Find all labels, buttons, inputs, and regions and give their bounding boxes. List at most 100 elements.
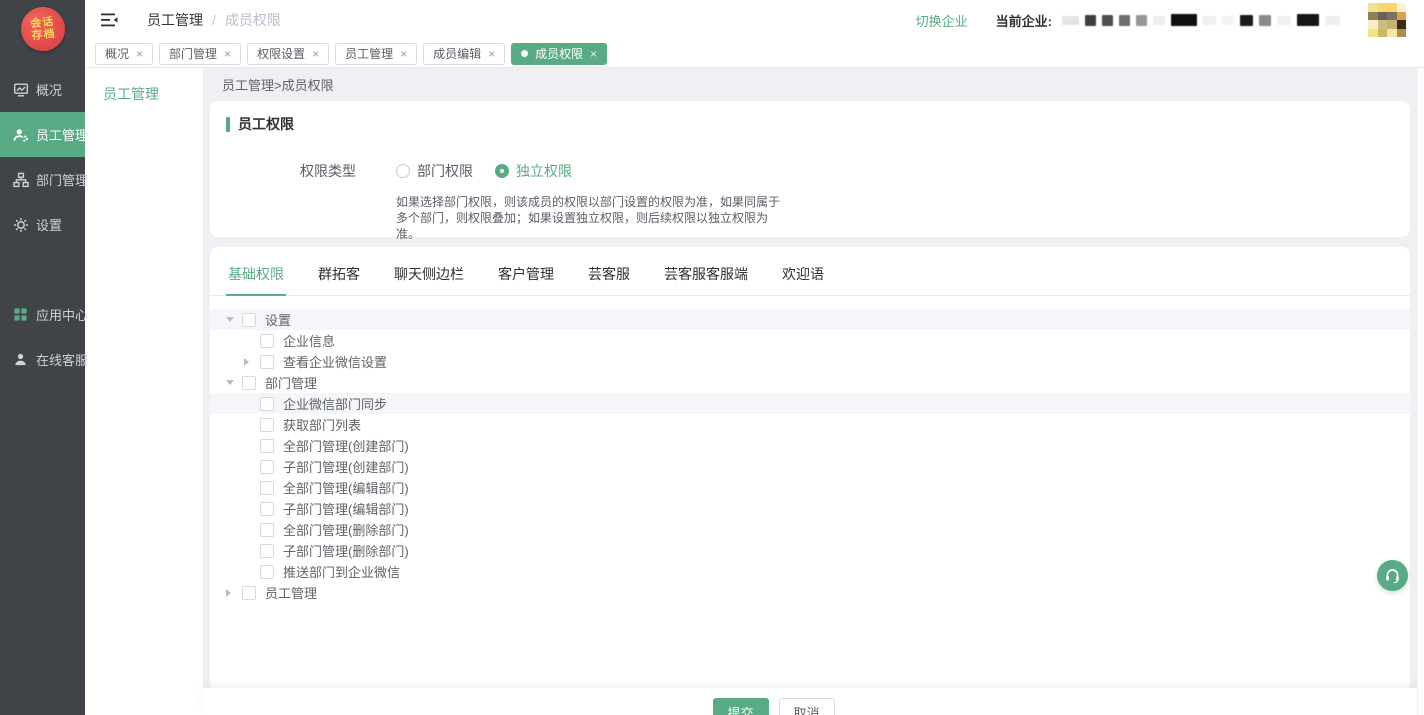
checkbox[interactable] bbox=[260, 460, 274, 474]
tree-label: 子部门管理(创建部门) bbox=[283, 457, 409, 476]
checkbox[interactable] bbox=[260, 397, 274, 411]
radio-department-permission[interactable]: 部门权限 bbox=[396, 161, 473, 181]
tree-row-settings[interactable]: 设置 bbox=[210, 309, 1410, 330]
tree-label: 获取部门列表 bbox=[283, 415, 361, 434]
tab-welcome-message[interactable]: 欢迎语 bbox=[780, 257, 826, 296]
secondary-sidebar-item-staff-management[interactable]: 员工管理 bbox=[85, 68, 203, 104]
checkbox[interactable] bbox=[260, 418, 274, 432]
tree-row-all-dept-create[interactable]: 全部门管理(创建部门) bbox=[210, 435, 1410, 456]
tab-label: 部门管理 bbox=[169, 45, 217, 62]
close-icon[interactable]: × bbox=[136, 48, 143, 60]
close-icon[interactable]: × bbox=[312, 48, 319, 60]
page-tab-department-management[interactable]: 部门管理 × bbox=[159, 43, 241, 65]
close-icon[interactable]: × bbox=[224, 48, 231, 60]
breadcrumb-root[interactable]: 员工管理 bbox=[147, 10, 203, 30]
checkbox[interactable] bbox=[260, 481, 274, 495]
sidebar-item-label: 在线客服 bbox=[36, 350, 88, 369]
permission-tree: 设置 企业信息 查看企业微信设置 部门管理 bbox=[226, 309, 1394, 603]
tree-row-sub-dept-create[interactable]: 子部门管理(创建部门) bbox=[210, 456, 1410, 477]
tree-row-wecom-department-sync[interactable]: 企业微信部门同步 bbox=[210, 393, 1410, 414]
page-tab-member-edit[interactable]: 成员编辑 × bbox=[423, 43, 505, 65]
tree-label: 全部门管理(删除部门) bbox=[283, 520, 409, 539]
page-tab-staff-management[interactable]: 员工管理 × bbox=[335, 43, 417, 65]
checkbox[interactable] bbox=[242, 376, 256, 390]
tree-row-view-wecom-settings[interactable]: 查看企业微信设置 bbox=[210, 351, 1410, 372]
permission-help-text: 如果选择部门权限，则该成员的权限以部门设置的权限为准，如果同属于多个部门，则权限… bbox=[396, 194, 788, 242]
tab-group-expansion[interactable]: 群拓客 bbox=[316, 257, 362, 296]
tree-label: 子部门管理(编辑部门) bbox=[283, 499, 409, 518]
tree-row-sub-dept-edit[interactable]: 子部门管理(编辑部门) bbox=[210, 498, 1410, 519]
current-company-label: 当前企业: bbox=[996, 11, 1052, 30]
tree-row-company-info[interactable]: 企业信息 bbox=[210, 330, 1410, 351]
footer-action-bar: 提交 取消 bbox=[203, 688, 1424, 715]
breadcrumb: 员工管理 / 成员权限 bbox=[147, 10, 281, 30]
sidebar-item-settings[interactable]: 设置 bbox=[0, 202, 85, 247]
submit-button[interactable]: 提交 bbox=[713, 698, 769, 715]
checkbox[interactable] bbox=[260, 565, 274, 579]
caret-right-icon[interactable] bbox=[244, 358, 260, 366]
permission-tabs: 基础权限 群拓客 聊天侧边栏 客户管理 芸客服 芸客服客服端 欢迎语 bbox=[210, 257, 1410, 296]
radio-independent-permission[interactable]: 独立权限 bbox=[495, 161, 572, 181]
section-accent-bar bbox=[226, 117, 230, 132]
scrollbar-track[interactable] bbox=[1417, 68, 1424, 715]
logo-text-line2: 存档 bbox=[31, 28, 56, 42]
department-icon bbox=[13, 172, 29, 188]
tab-yun-kefu-client[interactable]: 芸客服客服端 bbox=[662, 257, 750, 296]
caret-right-icon[interactable] bbox=[226, 589, 242, 597]
sidebar-item-department-management[interactable]: 部门管理 bbox=[0, 157, 85, 202]
checkbox[interactable] bbox=[260, 502, 274, 516]
checkbox[interactable] bbox=[242, 313, 256, 327]
permission-type-row: 权限类型 部门权限 独立权限 bbox=[226, 161, 1394, 181]
checkbox[interactable] bbox=[260, 355, 274, 369]
dashboard-icon bbox=[13, 82, 29, 98]
tree-row-all-dept-edit[interactable]: 全部门管理(编辑部门) bbox=[210, 477, 1410, 498]
user-avatar[interactable] bbox=[1368, 3, 1406, 37]
sidebar-item-app-center[interactable]: 应用中心 bbox=[0, 292, 85, 337]
checkbox[interactable] bbox=[242, 586, 256, 600]
tab-label: 权限设置 bbox=[257, 45, 305, 62]
close-icon[interactable]: × bbox=[488, 48, 495, 60]
checkbox[interactable] bbox=[260, 544, 274, 558]
radio-selected-icon[interactable] bbox=[495, 164, 509, 178]
checkbox[interactable] bbox=[260, 334, 274, 348]
caret-down-icon[interactable] bbox=[226, 317, 242, 322]
tree-row-sub-dept-delete[interactable]: 子部门管理(删除部门) bbox=[210, 540, 1410, 561]
sidebar: 会话 存档 概况 员工管理 部门管理 bbox=[0, 0, 85, 715]
permission-type-radio-group: 部门权限 独立权限 bbox=[396, 161, 572, 181]
checkbox[interactable] bbox=[260, 439, 274, 453]
cancel-button[interactable]: 取消 bbox=[779, 698, 835, 715]
tree-row-department-management[interactable]: 部门管理 bbox=[210, 372, 1410, 393]
tab-yun-kefu[interactable]: 芸客服 bbox=[586, 257, 632, 296]
sidebar-nav: 概况 员工管理 部门管理 设置 bbox=[0, 67, 85, 382]
tab-basic-permission[interactable]: 基础权限 bbox=[226, 257, 286, 296]
permission-type-label: 权限类型 bbox=[226, 161, 356, 181]
tree-row-staff-management[interactable]: 员工管理 bbox=[210, 582, 1410, 603]
section-title: 员工权限 bbox=[238, 114, 294, 134]
sidebar-item-staff-management[interactable]: 员工管理 bbox=[0, 112, 85, 157]
tree-row-get-department-list[interactable]: 获取部门列表 bbox=[210, 414, 1410, 435]
page-tab-member-permission[interactable]: 成员权限 × bbox=[511, 43, 607, 65]
checkbox[interactable] bbox=[260, 523, 274, 537]
tab-label: 成员权限 bbox=[535, 45, 583, 62]
switch-company-link[interactable]: 切换企业 bbox=[916, 11, 968, 30]
caret-down-icon[interactable] bbox=[226, 380, 242, 385]
sidebar-item-label: 概况 bbox=[36, 80, 62, 99]
tree-row-all-dept-delete[interactable]: 全部门管理(删除部门) bbox=[210, 519, 1410, 540]
breadcrumb-separator: / bbox=[212, 12, 216, 28]
close-icon[interactable]: × bbox=[400, 48, 407, 60]
radio-icon[interactable] bbox=[396, 164, 410, 178]
collapse-menu-icon[interactable] bbox=[101, 12, 119, 28]
sidebar-item-online-support[interactable]: 在线客服 bbox=[0, 337, 85, 382]
tree-row-push-dept-to-wecom[interactable]: 推送部门到企业微信 bbox=[210, 561, 1410, 582]
page-tab-overview[interactable]: 概况 × bbox=[95, 43, 153, 65]
tab-customer-management[interactable]: 客户管理 bbox=[496, 257, 556, 296]
sidebar-item-label: 员工管理 bbox=[36, 125, 88, 144]
tab-chat-sidebar[interactable]: 聊天侧边栏 bbox=[392, 257, 466, 296]
page-tab-permission-settings[interactable]: 权限设置 × bbox=[247, 43, 329, 65]
close-icon[interactable]: × bbox=[590, 48, 597, 60]
customer-service-float-button[interactable] bbox=[1377, 560, 1408, 591]
tree-label: 全部门管理(编辑部门) bbox=[283, 478, 409, 497]
app-logo[interactable]: 会话 存档 bbox=[18, 5, 66, 53]
sidebar-item-overview[interactable]: 概况 bbox=[0, 67, 85, 112]
permission-detail-card: 基础权限 群拓客 聊天侧边栏 客户管理 芸客服 芸客服客服端 欢迎语 设置 企业… bbox=[210, 247, 1410, 691]
